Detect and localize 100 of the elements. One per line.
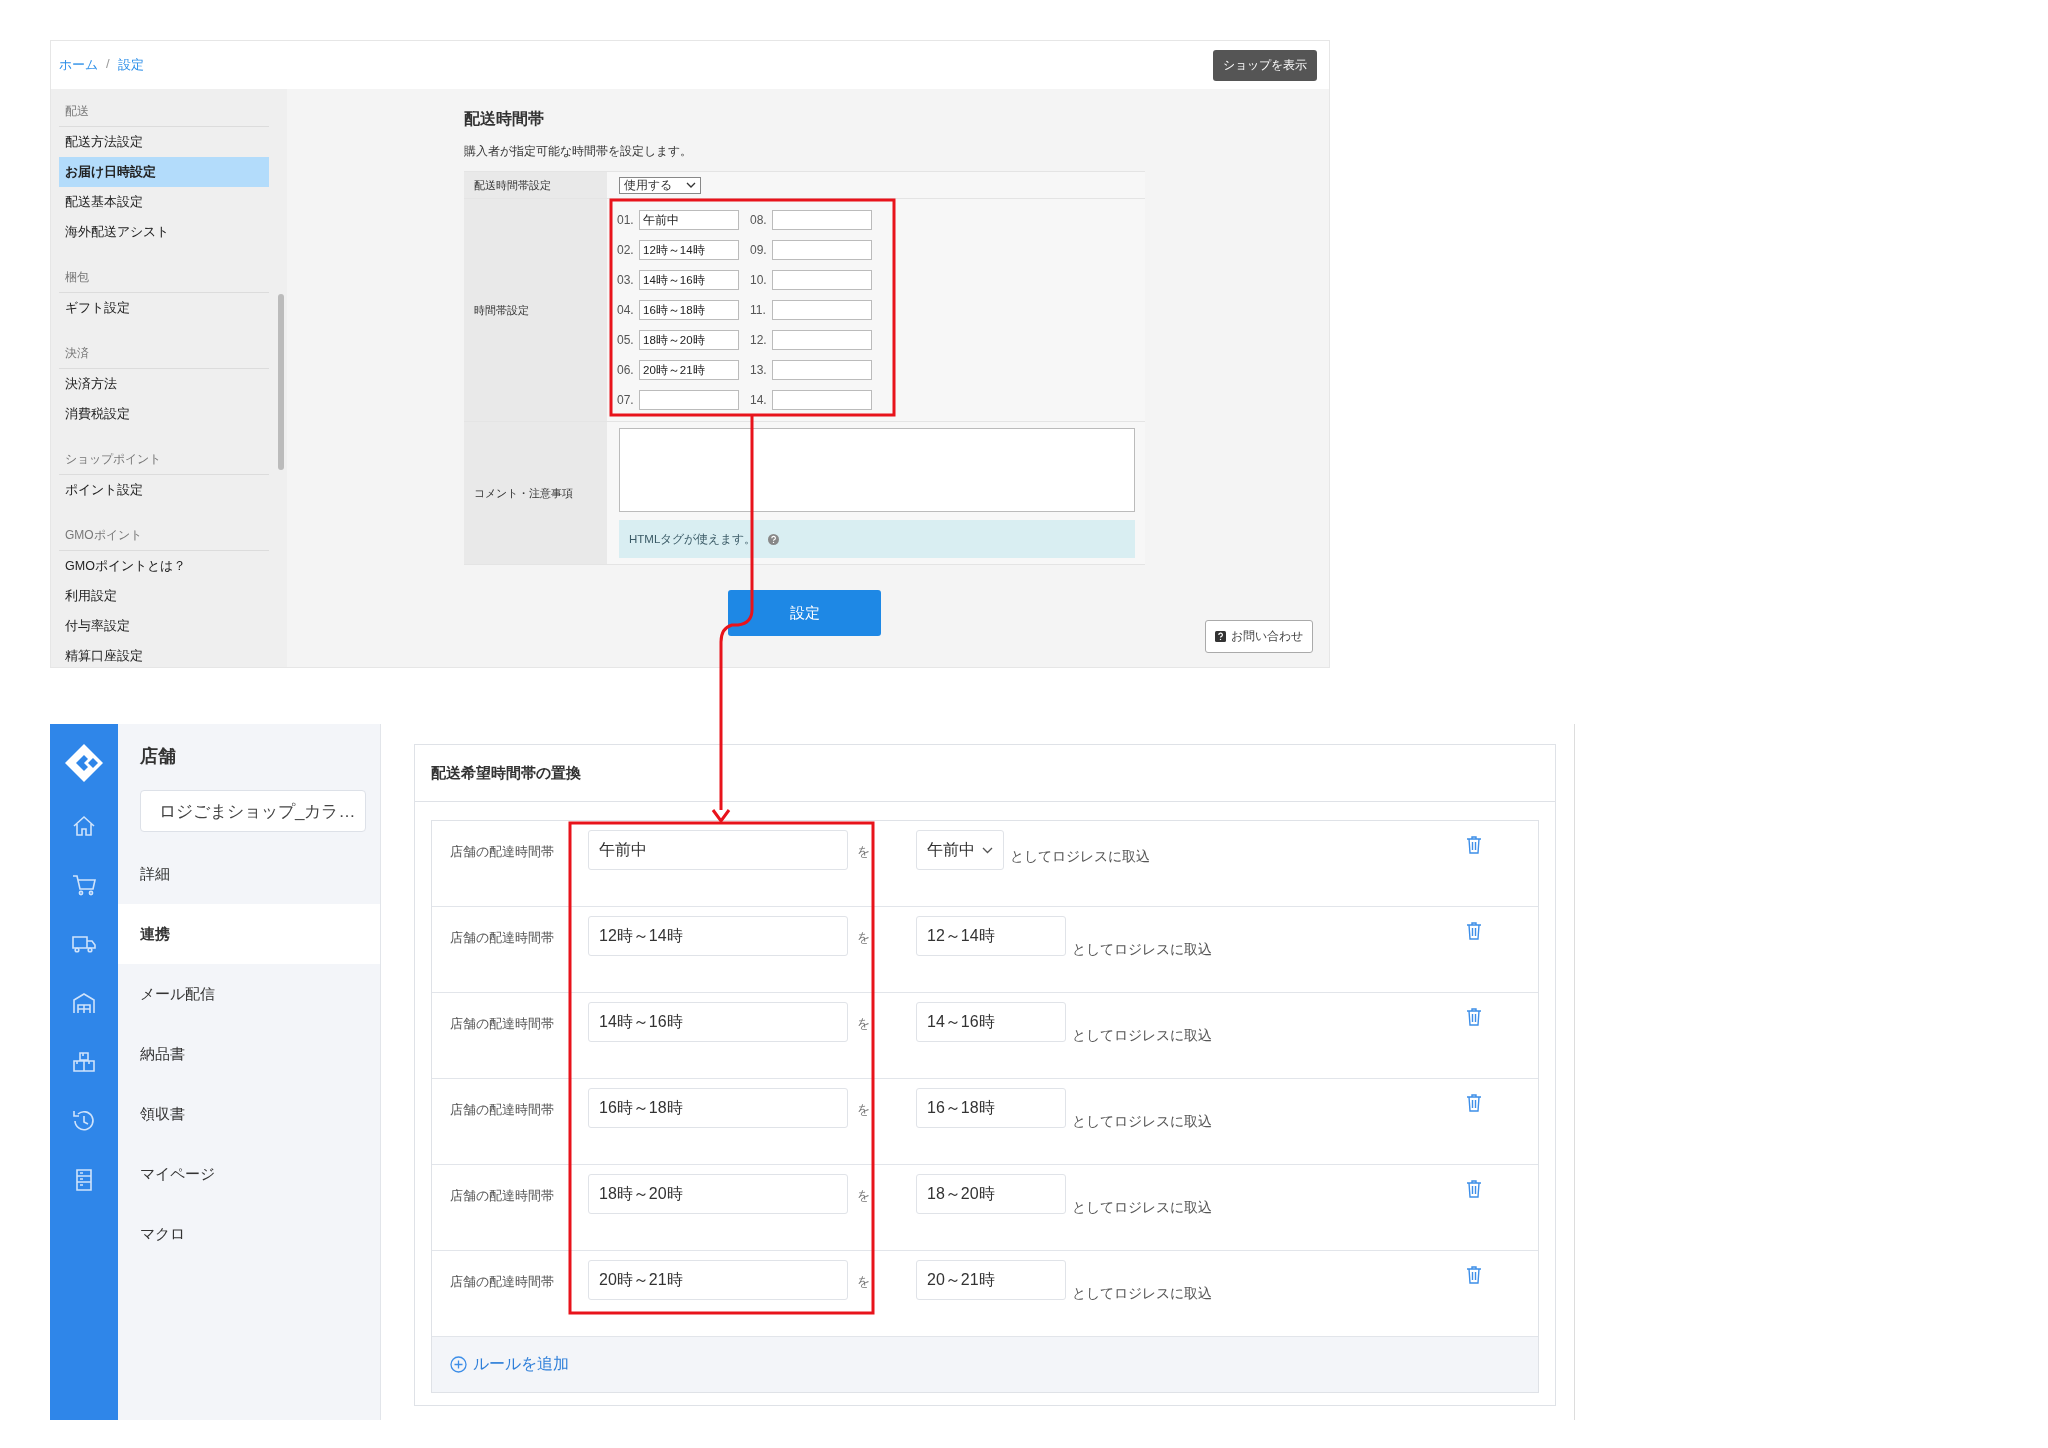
sidebar-item[interactable]: ポイント設定	[59, 475, 269, 505]
home-icon[interactable]	[71, 813, 97, 839]
particle-text: を	[856, 1015, 871, 1033]
menu-item[interactable]: 連携	[118, 904, 380, 964]
plus-circle-icon	[450, 1356, 467, 1373]
particle-text: を	[856, 1187, 871, 1205]
rule-label: 店舗の配達時間帯	[449, 930, 555, 947]
slot-number: 03.	[617, 273, 635, 287]
chevron-down-icon	[982, 846, 993, 854]
slot-number: 13.	[750, 363, 768, 377]
menu-item[interactable]: メール配信	[118, 964, 380, 1024]
hint-text: HTMLタグが使えます。	[629, 531, 757, 547]
trash-icon[interactable]	[1466, 1007, 1482, 1026]
usage-select[interactable]: 使用する	[619, 176, 701, 194]
form-label: 配送時間帯設定	[464, 172, 607, 198]
store-title: 店舗	[140, 745, 177, 768]
sidebar-item[interactable]: GMOポイントとは？	[59, 551, 269, 581]
sidebar-item[interactable]: 付与率設定	[59, 611, 269, 641]
submit-button[interactable]: 設定	[728, 590, 881, 636]
particle-text: を	[856, 1101, 871, 1119]
suffix-text: としてロジレスに取込	[1072, 941, 1212, 959]
slot-number: 09.	[750, 243, 768, 257]
sidebar-item[interactable]: 消費税設定	[59, 399, 269, 429]
sidebar-item[interactable]: 配送方法設定	[59, 127, 269, 157]
slot-number: 11.	[750, 303, 767, 317]
breadcrumb-link[interactable]: ホーム	[59, 56, 98, 74]
time-slot-input[interactable]	[772, 360, 872, 380]
target-input[interactable]: 12～14時	[916, 916, 1066, 956]
sidebar-item[interactable]: 精算口座設定	[59, 641, 269, 671]
target-input[interactable]: 14～16時	[916, 1002, 1066, 1042]
sidebar-item[interactable]: ギフト設定	[59, 293, 269, 323]
slot-number: 10.	[750, 273, 768, 287]
rule-label: 店舗の配達時間帯	[449, 1188, 555, 1205]
time-slot-input[interactable]	[772, 390, 872, 410]
time-slot-input[interactable]	[772, 300, 872, 320]
time-slot-input[interactable]	[772, 240, 872, 260]
logo-icon	[63, 742, 105, 784]
slot-number: 08.	[750, 213, 768, 227]
suffix-text: としてロジレスに取込	[1072, 1285, 1212, 1303]
view-shop-button[interactable]: ショップを表示	[1213, 49, 1317, 81]
sidebar-item[interactable]: 海外配送アシスト	[59, 217, 269, 247]
source-input[interactable]: 18時～20時	[588, 1174, 848, 1214]
time-slot-input[interactable]	[772, 330, 872, 350]
source-input[interactable]: 14時～16時	[588, 1002, 848, 1042]
trash-icon[interactable]	[1466, 921, 1482, 940]
form-label: コメント・注意事項	[464, 422, 607, 564]
menu-item[interactable]: 詳細	[118, 844, 380, 904]
time-slot-input[interactable]: 14時～16時	[639, 270, 739, 290]
warehouse-icon[interactable]	[71, 990, 97, 1016]
source-input[interactable]: 12時～14時	[588, 916, 848, 956]
sidebar-item[interactable]: お届け日時設定	[59, 157, 269, 187]
menu-item[interactable]: 納品書	[118, 1024, 380, 1084]
history-icon[interactable]	[71, 1108, 97, 1134]
time-slot-input[interactable]	[772, 270, 872, 290]
comment-textarea[interactable]	[619, 428, 1135, 512]
help-icon[interactable]	[768, 533, 780, 545]
time-slot-input[interactable]: 18時～20時	[639, 330, 739, 350]
time-slot-input[interactable]: 20時～21時	[639, 360, 739, 380]
rule-label: 店舗の配達時間帯	[449, 1016, 555, 1033]
sidebar-item[interactable]: 決済方法	[59, 369, 269, 399]
trash-icon[interactable]	[1466, 1265, 1482, 1284]
rule-label: 店舗の配達時間帯	[449, 1102, 555, 1119]
slot-number: 06.	[617, 363, 635, 377]
help-icon	[1215, 631, 1226, 642]
breadcrumb-separator: /	[106, 56, 110, 73]
trash-icon[interactable]	[1466, 835, 1482, 854]
boxes-icon[interactable]	[71, 1049, 97, 1075]
source-input[interactable]: 20時～21時	[588, 1260, 848, 1300]
time-slot-input[interactable]: 16時～18時	[639, 300, 739, 320]
contact-button[interactable]: お問い合わせ	[1205, 620, 1313, 653]
time-slot-input[interactable]: 12時～14時	[639, 240, 739, 260]
store-select[interactable]: ロジごまショップ_カラ…	[140, 790, 366, 832]
particle-text: を	[856, 1273, 871, 1291]
sidebar-item[interactable]: 配送基本設定	[59, 187, 269, 217]
suffix-text: としてロジレスに取込	[1072, 1027, 1212, 1045]
slot-number: 07.	[617, 393, 635, 407]
sidebar-heading: GMOポイント	[59, 505, 269, 551]
trash-icon[interactable]	[1466, 1093, 1482, 1112]
time-slot-input[interactable]: 午前中	[639, 210, 739, 230]
breadcrumb-link[interactable]: 設定	[117, 56, 144, 74]
target-input[interactable]: 18～20時	[916, 1174, 1066, 1214]
scrollbar-thumb[interactable]	[278, 294, 284, 470]
time-slot-input[interactable]	[772, 210, 872, 230]
page-description: 購入者が指定可能な時間帯を設定します。	[464, 144, 693, 159]
time-slot-input[interactable]	[639, 390, 739, 410]
menu-item[interactable]: 領収書	[118, 1084, 380, 1144]
add-rule-link[interactable]: ルールを追加	[450, 1354, 569, 1375]
menu-item[interactable]: マクロ	[118, 1204, 380, 1264]
source-input[interactable]: 16時～18時	[588, 1088, 848, 1128]
cart-icon[interactable]	[71, 872, 97, 898]
trash-icon[interactable]	[1466, 1179, 1482, 1198]
target-input[interactable]: 20～21時	[916, 1260, 1066, 1300]
target-select[interactable]: 午前中	[916, 830, 1004, 870]
sidebar-item[interactable]: 利用設定	[59, 581, 269, 611]
slot-number: 05.	[617, 333, 635, 347]
source-input[interactable]: 午前中	[588, 830, 848, 870]
menu-item[interactable]: マイページ	[118, 1144, 380, 1204]
sidebar-heading: ショップポイント	[59, 429, 269, 475]
card-title: 配送希望時間帯の置換	[415, 745, 1555, 802]
target-input[interactable]: 16～18時	[916, 1088, 1066, 1128]
